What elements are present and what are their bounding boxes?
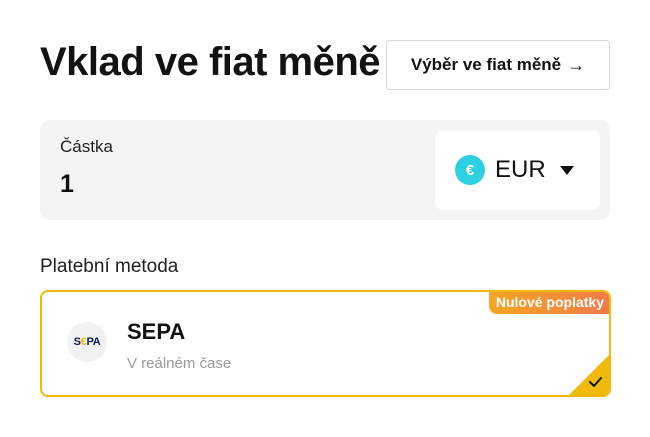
zero-fee-badge: Nulové poplatky <box>488 292 609 314</box>
amount-input[interactable]: 1 <box>60 170 420 199</box>
payment-method-label: Platební metoda <box>40 256 179 277</box>
euro-icon: € <box>455 155 485 185</box>
amount-label: Částka <box>60 137 113 156</box>
arrow-right-icon: → <box>567 54 586 75</box>
currency-select[interactable]: € EUR <box>435 130 600 210</box>
currency-code: EUR <box>495 156 546 183</box>
sepa-logo-icon: S € PA <box>67 322 107 362</box>
withdraw-fiat-button[interactable]: Výběr ve fiat měně → <box>386 40 610 90</box>
caret-down-icon <box>559 165 574 175</box>
page-title: Vklad ve fiat měně <box>40 40 381 84</box>
method-subtitle: V reálném čase <box>127 355 232 372</box>
method-name: SEPA <box>127 319 186 344</box>
withdraw-button-label: Výběr ve fiat měně <box>410 55 562 74</box>
amount-field: Částka 1 € EUR <box>40 120 610 220</box>
selected-check-icon <box>569 355 609 395</box>
deposit-card: Vklad ve fiat měně Výběr ve fiat měně → … <box>0 0 650 437</box>
payment-method-sepa[interactable]: Nulové poplatky S € PA SEPA V reálném čase <box>40 290 611 397</box>
